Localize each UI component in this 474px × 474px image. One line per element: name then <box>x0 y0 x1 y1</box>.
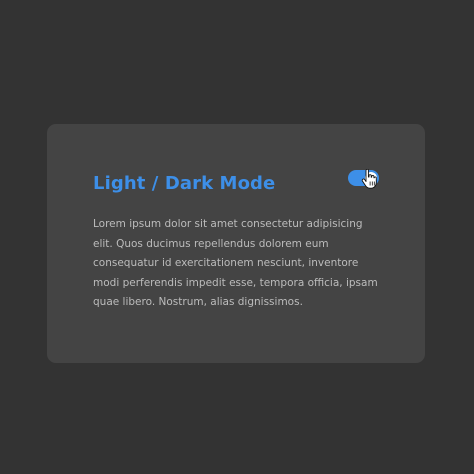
card-description: Lorem ipsum dolor sit amet consectetur a… <box>93 218 378 309</box>
hand-pointer-icon <box>361 169 377 189</box>
mode-card: Light / Dark Mode Lorem ipsum dolor sit … <box>47 124 425 363</box>
card-title: Light / Dark Mode <box>93 173 276 194</box>
